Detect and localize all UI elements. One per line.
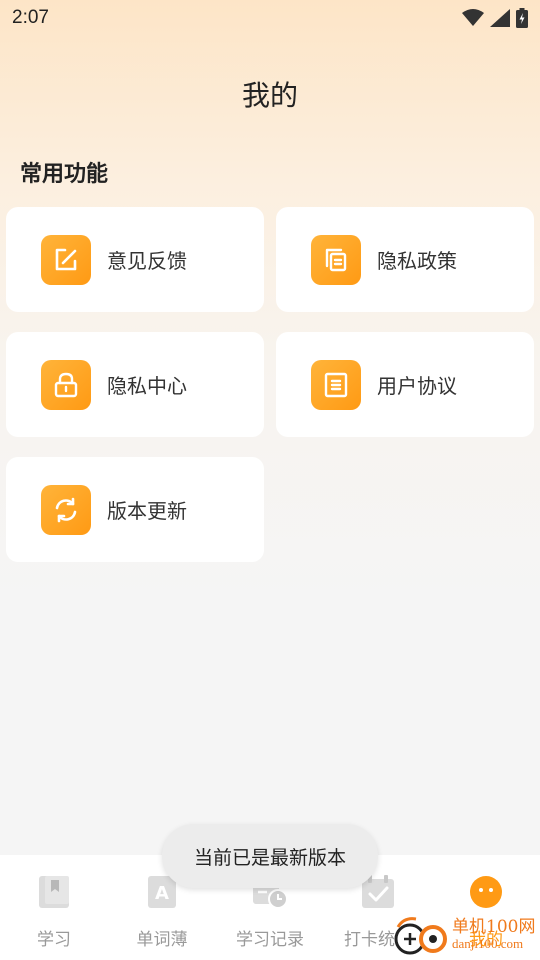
privacy-center-label: 隐私中心 (107, 374, 187, 398)
tab-study[interactable]: 学习 (0, 855, 108, 960)
privacy-policy-card[interactable]: 隐私政策 (276, 207, 534, 312)
edit-icon (41, 234, 91, 285)
watermark-url: danji100.com (452, 936, 524, 952)
status-bar: 2:07 (0, 0, 540, 36)
privacy-center-card[interactable]: 隐私中心 (6, 332, 264, 437)
lock-icon (41, 359, 91, 410)
tab-study-record-label: 学习记录 (236, 930, 304, 950)
tab-study-label: 学习 (37, 930, 71, 950)
page-title: 我的 (241, 79, 298, 112)
refresh-icon (41, 484, 91, 535)
signal-icon (490, 9, 510, 27)
status-time: 2:07 (12, 7, 49, 28)
profile-face-icon (467, 873, 505, 911)
watermark-logo-icon (394, 917, 447, 955)
user-agreement-card[interactable]: 用户协议 (276, 332, 534, 437)
copy-icon (311, 234, 361, 285)
battery-icon (516, 8, 528, 28)
user-agreement-label: 用户协议 (377, 374, 457, 398)
version-update-label: 版本更新 (107, 499, 187, 523)
site-watermark: 单机100网 danji100.com (392, 912, 540, 958)
wifi-icon (462, 9, 484, 26)
watermark-name: 单机100网 (452, 917, 536, 938)
toast-message: 当前已是最新版本 (162, 824, 378, 888)
privacy-policy-label: 隐私政策 (377, 249, 457, 273)
document-icon (311, 359, 361, 410)
feedback-card[interactable]: 意见反馈 (6, 207, 264, 312)
svg-text:A: A (155, 883, 169, 904)
status-icons (462, 8, 528, 28)
section-title: 常用功能 (20, 162, 109, 187)
tab-word-book-label: 单词薄 (136, 930, 188, 950)
version-update-card[interactable]: 版本更新 (6, 457, 264, 562)
feedback-label: 意见反馈 (107, 249, 187, 273)
book-icon (35, 873, 73, 911)
